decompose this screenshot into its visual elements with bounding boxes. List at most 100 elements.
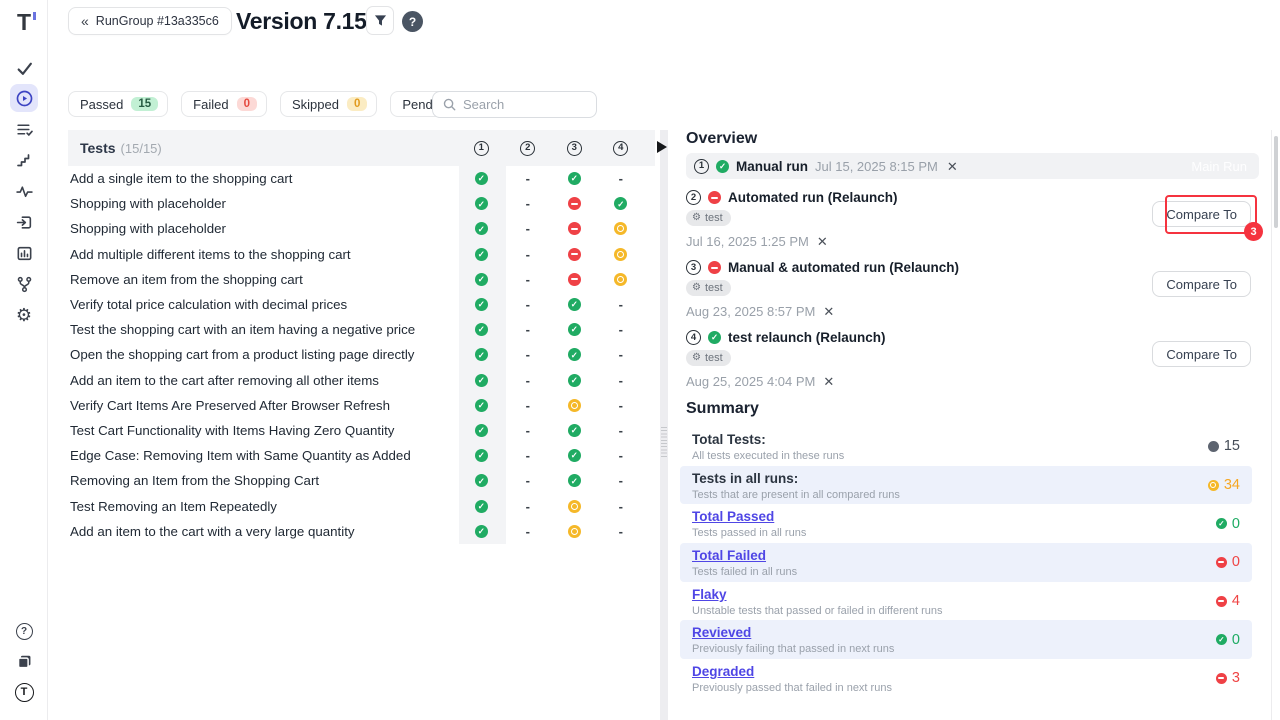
left-sidebar: T ⚙ ? bbox=[0, 0, 48, 720]
table-row[interactable]: Add a single item to the shopping cart-- bbox=[68, 166, 655, 191]
test-status-cells: -- bbox=[458, 398, 644, 413]
table-row[interactable]: Shopping with placeholder- bbox=[68, 191, 655, 216]
run-column-header[interactable]: 4 bbox=[598, 141, 645, 156]
collapse-panel-arrow-icon[interactable] bbox=[657, 141, 667, 153]
search-box[interactable] bbox=[432, 91, 597, 118]
pulse-nav-icon[interactable] bbox=[0, 177, 48, 205]
table-row[interactable]: Add an item to the cart with a very larg… bbox=[68, 519, 655, 544]
search-input[interactable] bbox=[463, 97, 573, 112]
filter-button[interactable] bbox=[366, 6, 394, 35]
run-column-header[interactable]: 1 bbox=[458, 141, 505, 156]
scrollbar-thumb[interactable] bbox=[1274, 136, 1278, 228]
status-cell bbox=[551, 247, 598, 262]
run-date: Jul 16, 2025 1:25 PM bbox=[686, 234, 809, 249]
remove-run-icon[interactable]: ✕ bbox=[823, 305, 834, 318]
test-plans-list-nav-icon[interactable] bbox=[0, 115, 48, 143]
status-cell bbox=[551, 322, 598, 337]
test-status-cells: -- bbox=[458, 171, 644, 186]
status-cell: - bbox=[598, 499, 645, 514]
status-cell: - bbox=[505, 322, 552, 337]
filter-chip-passed[interactable]: Passed15 bbox=[68, 91, 168, 117]
status-cell bbox=[458, 373, 505, 388]
status-cell bbox=[551, 524, 598, 539]
rungroup-back-button[interactable]: « RunGroup #13a335c6 bbox=[68, 7, 232, 35]
app-logo-icon[interactable]: T bbox=[0, 8, 48, 36]
table-row[interactable]: Verify Cart Items Are Preserved After Br… bbox=[68, 393, 655, 418]
test-status-cells: -- bbox=[458, 322, 644, 337]
table-row[interactable]: Removing an Item from the Shopping Cart-… bbox=[68, 468, 655, 493]
run-tag-pill[interactable]: ⚙test bbox=[686, 350, 731, 366]
summary-link[interactable]: Flaky bbox=[692, 586, 1240, 603]
failed-minus-icon bbox=[568, 248, 581, 261]
table-row[interactable]: Remove an item from the shopping cart- bbox=[68, 267, 655, 292]
table-row[interactable]: Verify total price calculation with deci… bbox=[68, 292, 655, 317]
run-name: Manual run bbox=[736, 159, 808, 174]
no-run-dash: - bbox=[526, 196, 530, 211]
table-row[interactable]: Add multiple different items to the shop… bbox=[68, 242, 655, 267]
table-row[interactable]: Test the shopping cart with an item havi… bbox=[68, 317, 655, 342]
test-name: Open the shopping cart from a product li… bbox=[68, 347, 458, 362]
summary-link[interactable]: Total Passed bbox=[692, 508, 1240, 525]
table-row[interactable]: Add an item to the cart after removing a… bbox=[68, 368, 655, 393]
passed-check-icon bbox=[1216, 518, 1227, 529]
main-run-row[interactable]: 1Manual runJul 15, 2025 8:15 PM✕Main Run bbox=[686, 153, 1259, 179]
table-row[interactable]: Open the shopping cart from a product li… bbox=[68, 342, 655, 367]
overview-title: Overview bbox=[686, 130, 1259, 148]
panel-resize-divider[interactable] bbox=[660, 130, 668, 720]
remove-run-icon[interactable]: ✕ bbox=[947, 160, 958, 173]
run-block: 2Automated run (Relaunch)⚙testJul 16, 20… bbox=[686, 188, 1259, 249]
table-row[interactable]: Edge Case: Removing Item with Same Quant… bbox=[68, 443, 655, 468]
checks-nav-icon[interactable] bbox=[0, 54, 48, 82]
no-run-dash: - bbox=[526, 398, 530, 413]
table-row[interactable]: Test Cart Functionality with Items Havin… bbox=[68, 418, 655, 443]
remove-run-icon[interactable]: ✕ bbox=[823, 375, 834, 388]
run-column-headers: 1234 bbox=[458, 130, 644, 166]
status-cell bbox=[458, 196, 505, 211]
remove-run-icon[interactable]: ✕ bbox=[817, 235, 828, 248]
import-nav-icon[interactable] bbox=[0, 208, 48, 236]
status-cell: - bbox=[598, 448, 645, 463]
filter-chip-failed[interactable]: Failed0 bbox=[181, 91, 267, 117]
summary-link[interactable]: Total Failed bbox=[692, 547, 1240, 564]
divider-grip-handle[interactable] bbox=[661, 427, 667, 459]
compare-to-button[interactable]: Compare To bbox=[1152, 341, 1251, 367]
steps-nav-icon[interactable] bbox=[0, 146, 48, 174]
passed-check-icon bbox=[475, 474, 488, 487]
no-run-dash: - bbox=[526, 171, 530, 186]
test-name: Test Cart Functionality with Items Havin… bbox=[68, 423, 458, 438]
docs-folders-icon[interactable] bbox=[0, 647, 48, 675]
test-status-cells: -- bbox=[458, 524, 644, 539]
help-nav-icon[interactable]: ? bbox=[0, 617, 48, 645]
no-run-dash: - bbox=[619, 398, 623, 413]
branches-nav-icon[interactable] bbox=[0, 270, 48, 298]
runs-play-nav-icon[interactable] bbox=[0, 84, 48, 112]
summary-description: Unstable tests that passed or failed in … bbox=[692, 604, 1240, 618]
no-run-dash: - bbox=[526, 272, 530, 287]
test-name: Test Removing an Item Repeatedly bbox=[68, 499, 458, 514]
profile-logo-icon[interactable]: T bbox=[0, 678, 48, 706]
summary-link[interactable]: Revieved bbox=[692, 624, 1240, 641]
help-button[interactable]: ? bbox=[402, 11, 423, 32]
status-cell bbox=[458, 347, 505, 362]
compare-to-button[interactable]: Compare To bbox=[1152, 201, 1251, 227]
run-column-header[interactable]: 3 bbox=[551, 141, 598, 156]
failed-minus-icon bbox=[568, 197, 581, 210]
passed-check-icon bbox=[475, 248, 488, 261]
page-title: Version 7.15 bbox=[236, 8, 367, 35]
settings-gear-nav-icon[interactable]: ⚙ bbox=[0, 301, 48, 329]
tag-gear-icon: ⚙ bbox=[692, 353, 701, 363]
table-row[interactable]: Shopping with placeholder- bbox=[68, 216, 655, 241]
run-column-header[interactable]: 2 bbox=[505, 141, 552, 156]
test-status-cells: -- bbox=[458, 423, 644, 438]
table-row[interactable]: Test Removing an Item Repeatedly - - bbox=[68, 493, 655, 518]
run-tag-pill[interactable]: ⚙test bbox=[686, 210, 731, 226]
summary-value: 0 bbox=[1216, 543, 1240, 582]
reports-chart-nav-icon[interactable] bbox=[0, 239, 48, 267]
filter-chip-skipped[interactable]: Skipped0 bbox=[280, 91, 377, 117]
summary-link[interactable]: Degraded bbox=[692, 663, 1240, 680]
skipped-dot-icon bbox=[1208, 480, 1219, 491]
no-run-dash: - bbox=[526, 499, 530, 514]
compare-to-button[interactable]: Compare To bbox=[1152, 271, 1251, 297]
run-tag-pill[interactable]: ⚙test bbox=[686, 280, 731, 296]
skipped-dot-icon bbox=[568, 525, 581, 538]
